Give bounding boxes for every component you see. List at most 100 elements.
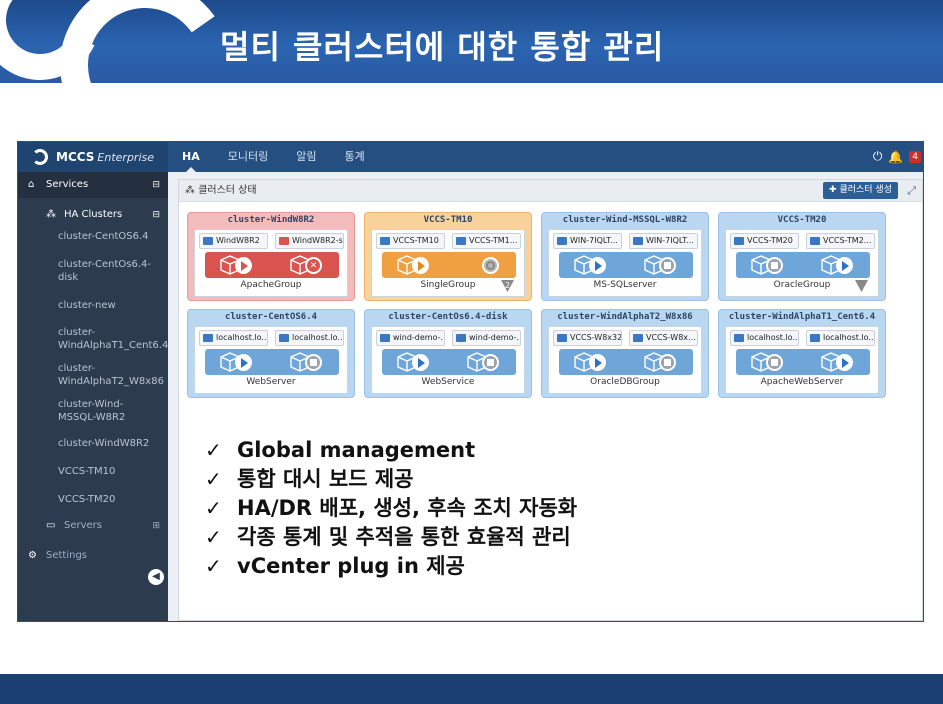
feature-bullet: ✓ HA/DR 배포, 생성, 후속 조치 자동화 <box>205 494 577 523</box>
cluster-card[interactable]: cluster-WindAlphaT2_W8x86 VCCS-W8x32 VCC… <box>541 309 709 398</box>
checkmark-icon: ✓ <box>205 438 222 462</box>
sidebar-label: Servers <box>64 520 103 531</box>
sidebar-cluster-item[interactable]: cluster-WindAlphaT1_Cent6.4 <box>18 321 168 357</box>
brand-logo-icon <box>32 149 48 165</box>
play-icon[interactable] <box>235 354 252 371</box>
sidebar-cluster-item[interactable]: cluster-CentOs6.4-disk <box>18 254 168 289</box>
feature-text: 각종 통계 및 추적을 통한 효율적 관리 <box>237 525 571 549</box>
cluster-card[interactable]: VCCS-TM10 VCCS-TM10 VCCS-TM1... SingleGr… <box>364 212 532 301</box>
service-group[interactable] <box>559 349 693 375</box>
sidebar-item-settings[interactable]: ⚙ Settings <box>18 545 168 567</box>
ban-icon[interactable] <box>482 257 499 274</box>
node-box[interactable]: WindW8R2 <box>199 233 268 249</box>
sidebar-cluster-item[interactable]: cluster-WindAlphaT2_W8x86 <box>18 357 164 393</box>
cluster-card[interactable]: cluster-Wind-MSSQL-W8R2 WIN-7IQLT... WIN… <box>541 212 709 301</box>
play-icon[interactable] <box>589 257 606 274</box>
service-group[interactable] <box>559 252 693 278</box>
panel-title: 클러스터 상태 <box>198 185 257 196</box>
brand[interactable]: MCCS Enterprise <box>18 142 168 172</box>
feature-text: Global management <box>237 438 476 462</box>
service-group[interactable] <box>382 349 516 375</box>
error-x-icon[interactable]: ✕ <box>305 257 322 274</box>
collapse-toggle-icon[interactable]: ⊟ <box>152 204 160 226</box>
sidebar-item-services[interactable]: ⌂ Services ⊟ <box>18 172 168 198</box>
cluster-icon: ⁂ <box>185 185 199 196</box>
play-icon[interactable] <box>412 257 429 274</box>
node-label: localhost.lo... <box>216 333 268 342</box>
node-box[interactable]: localhost.lo... <box>199 330 268 346</box>
sidebar-cluster-item[interactable]: cluster-CentOS6.4 <box>18 226 168 248</box>
cluster-card-body: WIN-7IQLT... WIN-7IQLT... MS-SQLserver <box>548 229 702 297</box>
service-group[interactable]: ✕ <box>205 252 339 278</box>
node-label: WIN-7IQLT... <box>646 236 694 245</box>
service-group[interactable] <box>736 349 870 375</box>
feature-text: HA/DR 배포, 생성, 후속 조치 자동화 <box>237 496 578 520</box>
play-icon[interactable] <box>235 257 252 274</box>
sidebar-label: Services <box>46 179 89 190</box>
stop-icon[interactable] <box>766 257 783 274</box>
node-box[interactable]: WindW8R2-s <box>275 233 344 249</box>
power-icon[interactable]: ⏻ <box>873 149 883 164</box>
cluster-card[interactable]: cluster-CentOs6.4-disk wind-demo-... win… <box>364 309 532 398</box>
cluster-card[interactable]: VCCS-TM20 VCCS-TM20 VCCS-TM2... OracleGr… <box>718 212 886 301</box>
node-label: VCCS-TM10 <box>393 236 439 245</box>
sidebar-item-ha-clusters[interactable]: ⁂ HA Clusters ⊟ <box>18 204 168 226</box>
node-box[interactable]: wind-demo-... <box>452 330 521 346</box>
node-box[interactable]: VCCS-TM1... <box>452 233 521 249</box>
node-box[interactable]: VCCS-TM20 <box>730 233 799 249</box>
panel-header: ⁂ 클러스터 상태 ✚ 클러스터 생성 ⤢ <box>179 180 922 202</box>
sidebar-cluster-item[interactable]: VCCS-TM20 <box>18 489 168 511</box>
tab-monitoring[interactable]: 모니터링 <box>214 142 282 172</box>
play-icon[interactable] <box>836 354 853 371</box>
node-box[interactable]: VCCS-TM2... <box>806 233 875 249</box>
node-box[interactable]: localhost.lo... <box>275 330 344 346</box>
expand-icon[interactable]: ⤢ <box>907 180 916 202</box>
node-box[interactable]: VCCS-W8x32 <box>553 330 622 346</box>
tab-statistics[interactable]: 통계 <box>330 142 378 172</box>
stop-icon[interactable] <box>482 354 499 371</box>
main-tabs: HA 모니터링 알림 통계 <box>168 142 379 172</box>
cluster-card[interactable]: cluster-WindAlphaT1_Cent6.4 localhost.lo… <box>718 309 886 398</box>
checkmark-icon: ✓ <box>205 525 222 549</box>
add-cluster-button[interactable]: ✚ 클러스터 생성 <box>823 182 898 199</box>
play-icon[interactable] <box>412 354 429 371</box>
service-group[interactable] <box>382 252 516 278</box>
service-group-label: OracleDBGroup <box>590 377 660 387</box>
service-group[interactable] <box>205 349 339 375</box>
service-group[interactable] <box>736 252 870 278</box>
stop-icon[interactable] <box>305 354 322 371</box>
node-box[interactable]: localhost.lo... <box>730 330 799 346</box>
node-label: WIN-7IQLT... <box>570 236 618 245</box>
collapse-toggle-icon[interactable]: ⊟ <box>152 172 160 198</box>
server-error-icon <box>279 237 289 245</box>
expand-toggle-icon[interactable]: ⊞ <box>152 515 160 537</box>
cluster-card[interactable]: cluster-CentOS6.4 localhost.lo... localh… <box>187 309 355 398</box>
sidebar-cluster-item[interactable]: cluster-WindW8R2 <box>18 433 168 455</box>
top-bar: MCCS Enterprise HA 모니터링 알림 통계 ⏻ 🔔 4 <box>18 142 923 172</box>
sidebar-cluster-item[interactable]: cluster-new <box>18 295 168 317</box>
node-label: WindW8R2-s <box>292 236 343 245</box>
node-box[interactable]: VCCS-W8x... <box>629 330 698 346</box>
stop-icon[interactable] <box>766 354 783 371</box>
node-box[interactable]: wind-demo-... <box>376 330 445 346</box>
stop-icon[interactable] <box>659 354 676 371</box>
sidebar-cluster-item[interactable]: cluster-Wind-MSSQL-W8R2 <box>18 393 153 429</box>
node-box[interactable]: WIN-7IQLT... <box>629 233 698 249</box>
tab-ha[interactable]: HA <box>168 142 214 172</box>
node-label: wind-demo-... <box>469 333 521 342</box>
bell-icon[interactable]: 🔔 <box>888 150 903 164</box>
sidebar-cluster-item[interactable]: VCCS-TM10 <box>18 461 168 483</box>
sidebar-item-servers[interactable]: ▭ Servers ⊞ <box>18 515 168 537</box>
play-icon[interactable] <box>589 354 606 371</box>
node-box[interactable]: VCCS-TM10 <box>376 233 445 249</box>
stop-icon[interactable] <box>659 257 676 274</box>
server-icon <box>734 334 744 342</box>
tab-alerts[interactable]: 알림 <box>282 142 330 172</box>
sidebar-collapse-icon[interactable]: ◀ <box>148 569 164 585</box>
play-icon[interactable] <box>836 257 853 274</box>
node-box[interactable]: localhost.lo... <box>806 330 875 346</box>
server-icon <box>633 237 643 245</box>
cluster-card-body: WindW8R2 WindW8R2-s ✕ ApacheGroup <box>194 229 348 297</box>
node-box[interactable]: WIN-7IQLT... <box>553 233 622 249</box>
cluster-card[interactable]: cluster-WindW8R2 WindW8R2 WindW8R2-s ✕ A… <box>187 212 355 301</box>
